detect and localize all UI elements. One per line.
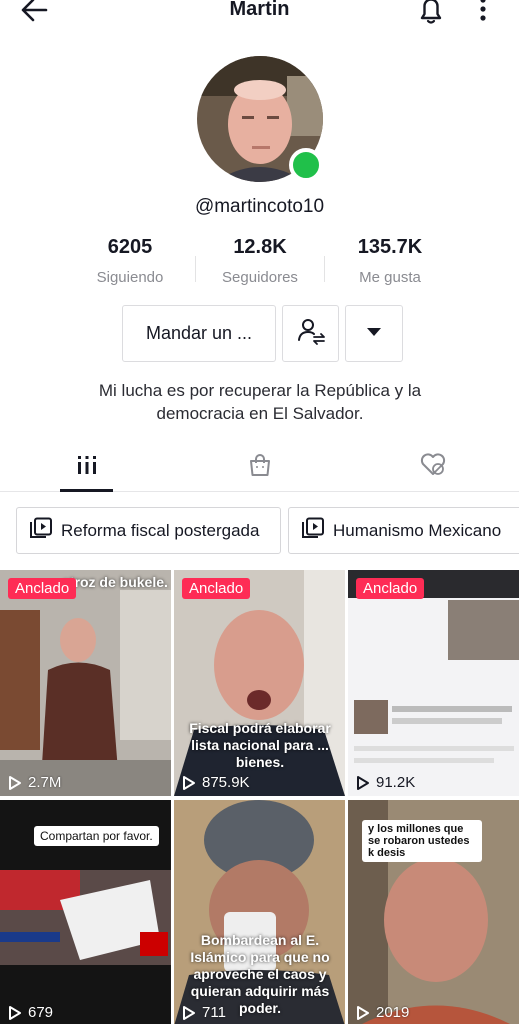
stat-followers[interactable]: 12.8K Seguidores	[190, 236, 330, 286]
view-count-value: 711	[202, 1004, 226, 1021]
shopping-bag-icon	[247, 452, 273, 483]
play-icon	[183, 775, 195, 790]
view-count-value: 91.2K	[376, 774, 416, 791]
message-button-label: Mandar un ...	[145, 323, 253, 343]
username-handle: @martincoto10	[194, 196, 325, 217]
video-thumbnail[interactable]: y los millones que se robaron ustedes k …	[348, 800, 519, 1024]
more-vertical-icon[interactable]	[472, 0, 494, 26]
pinned-badge: Anclado	[8, 578, 77, 599]
stat-following[interactable]: 6205 Siguiendo	[60, 236, 200, 286]
play-icon	[9, 1005, 21, 1020]
tab-videos[interactable]	[60, 452, 113, 482]
playlist-label: Reforma fiscal postergada	[61, 520, 260, 540]
view-count: 711	[182, 1004, 226, 1021]
video-note: Compartan por favor.	[34, 826, 159, 846]
stat-likes[interactable]: 135.7K Me gusta	[320, 236, 460, 286]
view-count: 875.9K	[182, 774, 250, 791]
profile-tabs	[0, 444, 519, 492]
play-icon	[183, 1005, 195, 1020]
view-count: 679	[8, 1004, 53, 1021]
video-caption: Fiscal podrá elaborar lista nacional par…	[189, 720, 331, 770]
profile-bio: Mi lucha es por recuperar la República y…	[98, 381, 422, 423]
view-count-value: 679	[28, 1004, 54, 1021]
pinned-badge: Anclado	[356, 578, 425, 599]
view-count-value: 2.7M	[28, 774, 62, 791]
stat-likes-label: Me gusta	[359, 269, 421, 286]
play-icon	[357, 775, 369, 790]
stat-following-value: 6205	[107, 236, 153, 258]
video-thumbnail[interactable]: Compartan por favor. 679	[0, 800, 171, 1024]
video-thumbnail[interactable]: Fiscal podrá elaborar lista nacional par…	[174, 570, 345, 796]
user-swap-icon	[296, 316, 326, 351]
caret-down-icon	[366, 325, 382, 343]
playlist-chip[interactable]: Humanismo Mexicano	[288, 507, 519, 554]
stat-following-label: Siguiendo	[96, 269, 164, 286]
friend-status-button[interactable]	[282, 305, 339, 362]
tab-shop[interactable]	[233, 452, 286, 482]
view-count: 91.2K	[356, 774, 415, 791]
video-thumbnail[interactable]: Bombardean al E. Islámico para que no ap…	[174, 800, 345, 1024]
online-status-dot	[289, 148, 323, 182]
grid-icon	[75, 453, 99, 482]
playlist-icon	[301, 517, 333, 544]
view-count: 2.7M	[8, 774, 61, 791]
liked-hidden-icon	[419, 452, 447, 483]
stat-likes-value: 135.7K	[357, 236, 423, 258]
message-button[interactable]: Mandar un ...	[122, 305, 276, 362]
pinned-badge: Anclado	[182, 578, 251, 599]
playlist-label: Humanismo Mexicano	[333, 520, 502, 540]
active-tab-indicator	[60, 489, 113, 492]
play-icon	[9, 775, 21, 790]
view-count: 2019	[356, 1004, 409, 1021]
bell-icon[interactable]	[414, 0, 448, 26]
stat-followers-value: 12.8K	[233, 236, 287, 258]
stat-followers-label: Seguidores	[222, 269, 298, 286]
video-thumbnail[interactable]: atroz de bukele. Anclado 2.7M	[0, 570, 171, 796]
playlist-chip[interactable]: Reforma fiscal postergada	[16, 507, 281, 554]
video-grid: atroz de bukele. Anclado 2.7M Fiscal pod…	[0, 570, 519, 1024]
playlist-icon	[29, 517, 61, 544]
video-thumbnail[interactable]: Anclado 91.2K	[348, 570, 519, 796]
more-options-dropdown[interactable]	[345, 305, 403, 362]
top-bar: Martin	[0, 0, 519, 30]
view-count-value: 875.9K	[202, 774, 250, 791]
video-note: y los millones que se robaron ustedes k …	[362, 820, 482, 862]
play-icon	[357, 1005, 369, 1020]
tab-liked[interactable]	[406, 452, 459, 482]
view-count-value: 2019	[376, 1004, 410, 1021]
video-top-text: atroz de bukele.	[62, 574, 168, 590]
